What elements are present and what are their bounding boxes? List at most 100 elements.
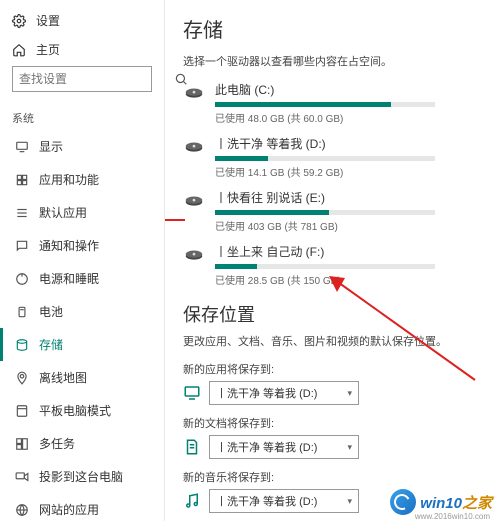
sidebar-item-label: 存储	[39, 336, 63, 353]
sidebar-item-label: 投影到这台电脑	[39, 468, 123, 485]
save-type-icon	[183, 438, 201, 456]
drive-row[interactable]: 丨快看往 别说话 (E:) 已使用 403 GB (共 781 GB)	[183, 189, 482, 233]
watermark-text: win10之家	[420, 492, 492, 513]
sidebar-item-label: 显示	[39, 138, 63, 155]
drive-icon	[183, 137, 205, 159]
sidebar-item-7[interactable]: 离线地图	[0, 361, 164, 394]
search-input[interactable]	[19, 72, 174, 86]
drive-info: 丨坐上来 自己动 (F:) 已使用 28.5 GB (共 150 GB)	[215, 243, 482, 287]
home-row[interactable]: 主页	[0, 37, 164, 66]
sidebar-item-label: 应用和功能	[39, 171, 99, 188]
dropdown-value: 丨洗干净 等着我 (D:)	[216, 385, 317, 401]
save-location-dropdown[interactable]: 丨洗干净 等着我 (D:) ▾	[209, 381, 359, 405]
left-pane: 设置 主页 系统 显示应用和功能默认应用通知和操作电源和睡眠电池存储离线地图平板…	[0, 0, 165, 521]
sidebar-item-6[interactable]: 存储	[0, 328, 164, 361]
drive-info: 此电脑 (C:) 已使用 48.0 GB (共 60.0 GB)	[215, 81, 482, 125]
drive-name: 此电脑 (C:)	[215, 81, 482, 98]
sidebar-item-label: 多任务	[39, 435, 75, 452]
save-type-icon	[183, 492, 201, 510]
sidebar-item-label: 电池	[39, 303, 63, 320]
drive-usage-text: 已使用 28.5 GB (共 150 GB)	[215, 272, 482, 287]
drive-row[interactable]: 此电脑 (C:) 已使用 48.0 GB (共 60.0 GB)	[183, 81, 482, 125]
drive-row[interactable]: 丨洗干净 等着我 (D:) 已使用 14.1 GB (共 59.2 GB)	[183, 135, 482, 179]
settings-window: 设置 主页 系统 显示应用和功能默认应用通知和操作电源和睡眠电池存储离线地图平板…	[0, 0, 500, 521]
search-wrap	[0, 66, 164, 102]
sidebar-item-11[interactable]: 网站的应用	[0, 493, 164, 521]
storage-subtitle: 选择一个驱动器以查看哪些内容在占空间。	[183, 53, 482, 69]
watermark-url: www.2016win10.com	[415, 512, 490, 521]
drive-usage-text: 已使用 48.0 GB (共 60.0 GB)	[215, 110, 482, 125]
sidebar-item-4[interactable]: 电源和睡眠	[0, 262, 164, 295]
search-box[interactable]	[12, 66, 152, 92]
sidebar-item-8[interactable]: 平板电脑模式	[0, 394, 164, 427]
drive-usage-text: 已使用 403 GB (共 781 GB)	[215, 218, 482, 233]
gear-icon	[12, 14, 26, 28]
save-group-label: 新的音乐将保存到:	[183, 469, 482, 485]
nav-icon	[15, 272, 29, 286]
sidebar-item-3[interactable]: 通知和操作	[0, 229, 164, 262]
drive-usage-bar	[215, 210, 435, 215]
save-location-dropdown[interactable]: 丨洗干净 等着我 (D:) ▾	[209, 435, 359, 459]
nav-icon	[15, 503, 29, 517]
home-icon	[12, 43, 26, 57]
section-label: 系统	[0, 102, 164, 130]
save-group-label: 新的应用将保存到:	[183, 361, 482, 377]
nav-icon	[15, 239, 29, 253]
nav-icon	[15, 470, 29, 484]
sidebar-item-label: 默认应用	[39, 204, 87, 221]
drive-info: 丨洗干净 等着我 (D:) 已使用 14.1 GB (共 59.2 GB)	[215, 135, 482, 179]
sidebar-item-5[interactable]: 电池	[0, 295, 164, 328]
drive-usage-bar	[215, 264, 435, 269]
sidebar-item-1[interactable]: 应用和功能	[0, 163, 164, 196]
save-type-icon	[183, 384, 201, 402]
sidebar-item-label: 通知和操作	[39, 237, 99, 254]
drive-icon	[183, 83, 205, 105]
app-title: 设置	[36, 12, 60, 29]
drive-info: 丨快看往 别说话 (E:) 已使用 403 GB (共 781 GB)	[215, 189, 482, 233]
sidebar-item-label: 电源和睡眠	[39, 270, 99, 287]
home-label: 主页	[36, 41, 60, 58]
nav-icon	[15, 404, 29, 418]
drive-row[interactable]: 丨坐上来 自己动 (F:) 已使用 28.5 GB (共 150 GB)	[183, 243, 482, 287]
dropdown-value: 丨洗干净 等着我 (D:)	[216, 439, 317, 455]
sidebar-item-label: 网站的应用	[39, 501, 99, 518]
drive-name: 丨坐上来 自己动 (F:)	[215, 243, 482, 260]
drive-usage-bar	[215, 102, 435, 107]
save-group-label: 新的文档将保存到:	[183, 415, 482, 431]
nav-icon	[15, 305, 29, 319]
nav-icon	[15, 173, 29, 187]
save-subtitle: 更改应用、文档、音乐、图片和视频的默认保存位置。	[183, 333, 482, 349]
drive-name: 丨洗干净 等着我 (D:)	[215, 135, 482, 152]
chevron-down-icon: ▾	[347, 442, 352, 453]
page-title: 存储	[183, 14, 482, 43]
drive-icon	[183, 191, 205, 213]
sidebar-item-label: 离线地图	[39, 369, 87, 386]
sidebar-item-0[interactable]: 显示	[0, 130, 164, 163]
save-location-dropdown[interactable]: 丨洗干净 等着我 (D:) ▾	[209, 489, 359, 513]
dropdown-value: 丨洗干净 等着我 (D:)	[216, 493, 317, 509]
nav-icon	[15, 338, 29, 352]
save-group: 新的应用将保存到: 丨洗干净 等着我 (D:) ▾	[183, 361, 482, 405]
drive-usage-bar	[215, 156, 435, 161]
chevron-down-icon: ▾	[347, 496, 352, 507]
header-row: 设置	[0, 8, 164, 37]
nav-list: 显示应用和功能默认应用通知和操作电源和睡眠电池存储离线地图平板电脑模式多任务投影…	[0, 130, 164, 521]
drive-name: 丨快看往 别说话 (E:)	[215, 189, 482, 206]
sidebar-item-label: 平板电脑模式	[39, 402, 111, 419]
nav-icon	[15, 371, 29, 385]
drive-icon	[183, 245, 205, 267]
save-group-row: 丨洗干净 等着我 (D:) ▾	[183, 381, 482, 405]
save-title: 保存位置	[183, 301, 482, 327]
chevron-down-icon: ▾	[347, 388, 352, 399]
nav-icon	[15, 206, 29, 220]
drive-usage-text: 已使用 14.1 GB (共 59.2 GB)	[215, 164, 482, 179]
drive-list: 此电脑 (C:) 已使用 48.0 GB (共 60.0 GB) 丨洗干净 等着我 …	[183, 81, 482, 287]
watermark-logo-icon	[390, 489, 416, 515]
sidebar-item-2[interactable]: 默认应用	[0, 196, 164, 229]
nav-icon	[15, 437, 29, 451]
sidebar-item-9[interactable]: 多任务	[0, 427, 164, 460]
sidebar-item-10[interactable]: 投影到这台电脑	[0, 460, 164, 493]
save-group-row: 丨洗干净 等着我 (D:) ▾	[183, 435, 482, 459]
save-group: 新的文档将保存到: 丨洗干净 等着我 (D:) ▾	[183, 415, 482, 459]
right-pane: 存储 选择一个驱动器以查看哪些内容在占空间。 此电脑 (C:) 已使用 48.0 …	[165, 0, 500, 521]
